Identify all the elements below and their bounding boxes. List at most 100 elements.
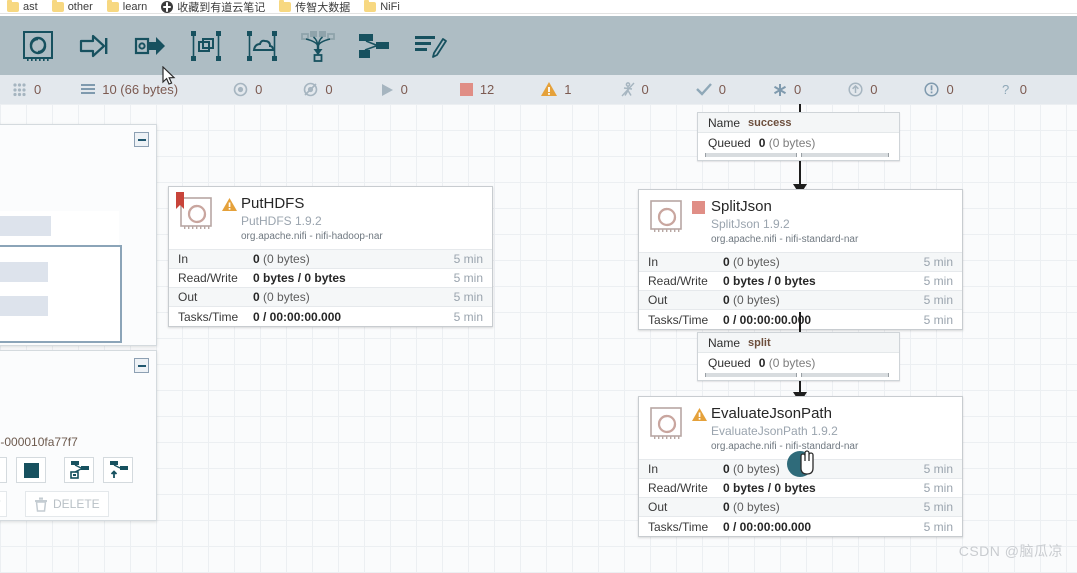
flag-icon bbox=[176, 192, 184, 209]
connection-name-row: Name success bbox=[698, 113, 899, 133]
bookmark-label: other bbox=[67, 0, 93, 13]
locally-modified-stale-components: 0 bbox=[924, 82, 954, 97]
mouse-pointer-icon bbox=[162, 65, 176, 91]
operate-panel[interactable]: DFS p 0-0000-000010fa77f7 bbox=[0, 350, 157, 521]
trash-icon bbox=[35, 497, 47, 512]
folder-icon bbox=[364, 0, 377, 12]
output-port-icon bbox=[134, 36, 165, 55]
warning-icon bbox=[222, 198, 237, 211]
stat-time: 5 min bbox=[453, 309, 483, 324]
template-tool[interactable] bbox=[346, 15, 402, 76]
create-template-button[interactable] bbox=[64, 457, 94, 483]
stale-value: 0 bbox=[870, 82, 878, 97]
transmit-icon bbox=[233, 82, 248, 97]
stat-row: Read/Write 0 bytes / 0 bytes 5 min bbox=[639, 272, 962, 292]
stop-button[interactable] bbox=[16, 457, 46, 483]
stat-value: 0 (0 bytes) bbox=[253, 290, 310, 305]
check-icon bbox=[695, 83, 712, 96]
nifi-flow-canvas[interactable]: Name success Queued 0 (0 bytes) PutHDFS … bbox=[0, 104, 1077, 573]
folder-icon bbox=[106, 0, 119, 12]
globe-icon bbox=[161, 0, 174, 13]
stat-label: In bbox=[178, 252, 189, 267]
connection-queued-value: 0 (0 bytes) bbox=[758, 356, 816, 370]
processor-titles: PutHDFS PutHDFS 1.9.2 org.apache.nifi - … bbox=[241, 195, 483, 243]
start-button[interactable] bbox=[0, 457, 7, 483]
processor-icon bbox=[176, 192, 216, 233]
stat-time: 5 min bbox=[923, 519, 953, 534]
nifi-browser-window: ast other learn 收藏到有道云笔记 传智大数据 NiFi 0 10… bbox=[0, 0, 1077, 573]
stat-label: In bbox=[648, 255, 659, 270]
processor-name: EvaluateJsonPath bbox=[711, 405, 832, 422]
label-tool[interactable] bbox=[402, 15, 458, 76]
stat-label: Read/Write bbox=[648, 274, 708, 289]
stat-time: 5 min bbox=[923, 481, 953, 496]
stat-row: Tasks/Time 0 / 00:00:00.000 5 min bbox=[169, 307, 492, 326]
transmitting-ports: 0 bbox=[233, 82, 262, 97]
template-upload-icon bbox=[109, 461, 128, 478]
active-thread-count: 0 bbox=[12, 82, 41, 97]
disabled-components: 0 bbox=[621, 82, 649, 97]
upload-template-button[interactable] bbox=[103, 457, 133, 483]
process-group-tool[interactable] bbox=[178, 15, 234, 76]
connection-name-label: Name bbox=[708, 115, 741, 130]
bookmark-item[interactable]: other bbox=[45, 0, 100, 13]
stat-row: In 0 (0 bytes) 5 min bbox=[639, 253, 962, 273]
connection-name-label: Name bbox=[708, 335, 741, 350]
delete-label: DELETE bbox=[53, 497, 100, 511]
invalid-components: 1 bbox=[541, 82, 572, 97]
stat-row: In 0 (0 bytes) 5 min bbox=[169, 250, 492, 270]
bookmark-item[interactable]: 传智大数据 bbox=[272, 0, 357, 14]
delete-button[interactable]: DELETE bbox=[25, 491, 109, 517]
connection-label-success[interactable]: Name success Queued 0 (0 bytes) bbox=[697, 112, 900, 161]
stat-label: Out bbox=[648, 500, 668, 515]
up-arrow-icon bbox=[848, 82, 863, 97]
bookmark-item[interactable]: ast bbox=[0, 0, 45, 13]
processor-type: PutHDFS 1.9.2 bbox=[241, 214, 322, 229]
remote-process-group-tool[interactable] bbox=[234, 15, 290, 76]
processor-puthdfs[interactable]: PutHDFS PutHDFS 1.9.2 org.apache.nifi - … bbox=[168, 186, 493, 328]
navigate-panel[interactable] bbox=[0, 124, 157, 346]
processor-stats: In 0 (0 bytes) 5 min Read/Write 0 bytes … bbox=[169, 249, 492, 326]
disabled-value: 0 bbox=[641, 82, 649, 97]
bookmark-label: 传智大数据 bbox=[295, 1, 351, 14]
warning-icon bbox=[541, 82, 558, 97]
bookmark-item[interactable]: learn bbox=[100, 0, 154, 13]
stat-label: Out bbox=[178, 290, 198, 305]
funnel-icon bbox=[301, 30, 335, 62]
stat-value: 0 (0 bytes) bbox=[723, 500, 780, 515]
processor-header: SplitJson SplitJson 1.9.2 org.apache.nif… bbox=[639, 190, 962, 252]
connection-label-split[interactable]: Name split Queued 0 (0 bytes) bbox=[697, 332, 900, 381]
processor-type: SplitJson 1.9.2 bbox=[711, 217, 790, 232]
stat-label: Tasks/Time bbox=[648, 312, 709, 327]
bookmark-item[interactable]: 收藏到有道云笔记 bbox=[154, 0, 272, 13]
stop-icon bbox=[459, 83, 473, 96]
transmitting-value: 0 bbox=[255, 82, 263, 97]
operate-button-row-primary bbox=[0, 457, 133, 483]
play-icon bbox=[380, 83, 394, 97]
viewport-block bbox=[0, 262, 48, 282]
thumbnail-block bbox=[0, 216, 51, 236]
birdseye-viewport[interactable] bbox=[0, 245, 122, 343]
bookmark-item[interactable]: NiFi bbox=[357, 0, 407, 13]
stat-label: In bbox=[648, 462, 659, 477]
invalid-value: 1 bbox=[564, 82, 572, 97]
processor-splitjson[interactable]: SplitJson SplitJson 1.9.2 org.apache.nif… bbox=[638, 189, 963, 331]
template-save-icon bbox=[69, 461, 89, 479]
running-components: 0 bbox=[380, 82, 408, 97]
stat-value: 0 (0 bytes) bbox=[723, 462, 780, 477]
funnel-tool[interactable] bbox=[290, 15, 346, 76]
navigate-panel-minimize-button[interactable] bbox=[134, 132, 149, 147]
locally-modified-stale-value: 0 bbox=[946, 82, 954, 97]
processor-tool[interactable] bbox=[10, 15, 66, 76]
stat-label: Tasks/Time bbox=[648, 519, 709, 534]
change-color-button[interactable] bbox=[0, 491, 7, 517]
queue-count-bar bbox=[705, 373, 797, 377]
connection-queued-value: 0 (0 bytes) bbox=[758, 136, 816, 150]
info-icon bbox=[924, 82, 940, 97]
running-value: 0 bbox=[400, 82, 408, 97]
processor-header: PutHDFS PutHDFS 1.9.2 org.apache.nifi - … bbox=[169, 187, 492, 249]
input-port-tool[interactable] bbox=[66, 15, 122, 76]
stopped-square-icon bbox=[692, 201, 705, 214]
stat-label: Out bbox=[648, 293, 668, 308]
operate-panel-minimize-button[interactable] bbox=[134, 358, 149, 373]
